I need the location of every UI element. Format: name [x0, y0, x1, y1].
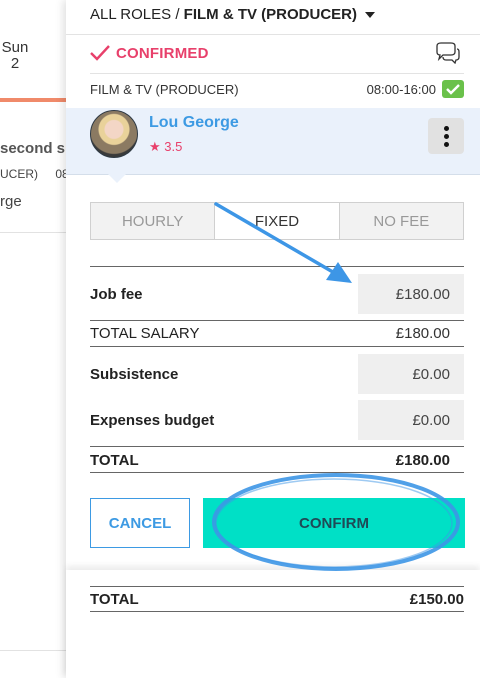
calendar-shift-person: rge — [0, 193, 22, 210]
status-divider — [90, 73, 464, 74]
subsistence-label: Subsistence — [90, 366, 179, 383]
calendar-day-name: Sun — [1, 39, 29, 56]
roles-breadcrumb[interactable]: ALL ROLES / FILM & TV (PRODUCER) — [90, 6, 376, 23]
breadcrumb-current-role[interactable]: FILM & TV (PRODUCER) — [184, 6, 357, 23]
role-name: FILM & TV (PRODUCER) — [90, 82, 239, 97]
calendar-day-header: Sun 2 — [0, 40, 30, 72]
chevron-down-icon[interactable] — [365, 12, 376, 19]
tab-no-fee[interactable]: NO FEE — [339, 203, 463, 239]
fee-divider — [90, 446, 464, 447]
footer-total-value: £150.00 — [409, 591, 464, 608]
job-fee-input[interactable]: £180.00 — [358, 274, 464, 314]
booking-status: CONFIRMED — [90, 40, 209, 66]
subsistence-input[interactable]: £0.00 — [358, 354, 464, 394]
calendar-divider — [0, 650, 66, 651]
checkmark-icon — [90, 45, 110, 61]
calendar-today-indicator — [0, 98, 66, 102]
expenses-budget-label: Expenses budget — [90, 412, 215, 429]
calendar-shift-role: UCER) 08 — [0, 167, 69, 181]
cancel-button[interactable]: CANCEL — [90, 498, 190, 548]
confirmed-check-icon — [442, 80, 464, 98]
total-value: £180.00 — [395, 452, 450, 469]
background-calendar: Sun 2 second sh UCER) 08 rge — [0, 0, 74, 678]
fee-type-tabs: HOURLY FIXED NO FEE — [90, 202, 464, 240]
confirm-button[interactable]: CONFIRM — [203, 498, 465, 548]
fee-divider — [90, 320, 464, 321]
more-options-button[interactable] — [428, 118, 464, 154]
fee-divider — [90, 266, 464, 267]
footer-divider — [90, 611, 464, 612]
fee-divider — [90, 472, 464, 473]
assigned-person[interactable]: Lou George ★ 3.5 — [66, 108, 480, 183]
fee-divider — [90, 346, 464, 347]
rating-value: 3.5 — [164, 139, 183, 154]
tab-hourly[interactable]: HOURLY — [91, 203, 216, 239]
calendar-shift-role-text: UCER) — [0, 167, 38, 181]
total-salary-label: TOTAL SALARY — [90, 325, 200, 342]
star-icon: ★ — [149, 139, 161, 154]
calendar-divider — [0, 232, 66, 233]
tab-fixed[interactable]: FIXED — [215, 203, 340, 239]
calendar-shift-title[interactable]: second sh — [0, 140, 74, 157]
total-label: TOTAL — [90, 452, 139, 469]
job-fee-label: Job fee — [90, 286, 143, 303]
role-time: 08:00-16:00 — [366, 82, 436, 97]
calendar-day-number: 2 — [10, 55, 20, 72]
total-salary-value: £180.00 — [395, 325, 450, 342]
header-divider — [66, 34, 480, 35]
avatar-pointer — [108, 174, 126, 183]
footer-total-label: TOTAL — [90, 591, 139, 608]
booking-panel: ALL ROLES / FILM & TV (PRODUCER) CONFIRM… — [66, 0, 480, 678]
chat-icon[interactable] — [434, 42, 460, 69]
footer-divider — [90, 586, 464, 587]
role-row: FILM & TV (PRODUCER) 08:00-16:00 — [90, 80, 464, 102]
status-label: CONFIRMED — [116, 44, 209, 62]
person-rating: ★ 3.5 — [149, 139, 182, 155]
expenses-budget-input[interactable]: £0.00 — [358, 400, 464, 440]
avatar[interactable] — [90, 110, 138, 158]
person-name[interactable]: Lou George — [149, 114, 239, 132]
breadcrumb-all-roles[interactable]: ALL ROLES / — [90, 6, 180, 23]
